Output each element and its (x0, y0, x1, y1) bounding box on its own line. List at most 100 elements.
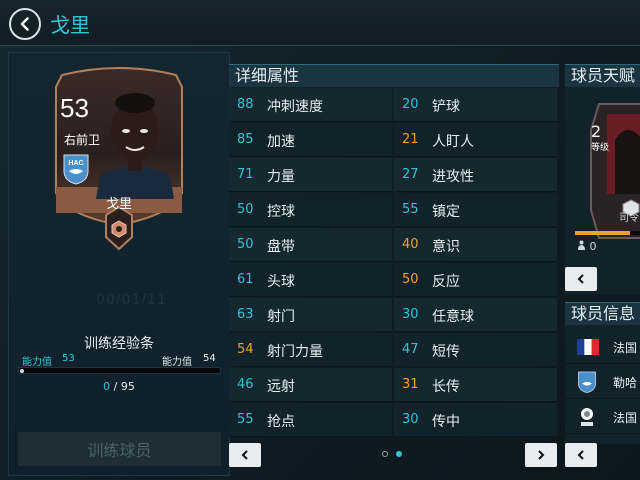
attribute-value: 85 (237, 132, 254, 147)
attribute-row: 50 反应 (394, 263, 557, 297)
attribute-row: 61 头球 (229, 263, 392, 297)
attribute-value: 47 (402, 342, 419, 357)
attribute-value: 55 (402, 202, 419, 217)
chevron-left-icon (20, 17, 29, 31)
attribute-row: 85 加速 (229, 123, 392, 157)
attribute-row: 71 力量 (229, 158, 392, 192)
training-xp-count: 0 / 95 (8, 380, 230, 393)
attribute-row: 27 进攻性 (394, 158, 557, 192)
xp-total: 95 (120, 380, 135, 393)
next-page-button[interactable] (525, 443, 557, 467)
xp-bar-marker (20, 369, 24, 373)
info-nationality: 法国 (613, 341, 638, 355)
info-league: 法国 (613, 411, 638, 425)
attribute-value: 63 (237, 307, 254, 322)
player-card[interactable]: 53 右前卫 HAC 戈里 (52, 65, 186, 253)
attribute-value: 55 (237, 412, 254, 427)
traits-previous-button[interactable] (565, 267, 597, 291)
info-row-nationality: 法国 (565, 330, 640, 364)
attribute-value: 54 (237, 342, 254, 357)
trait-level-label: 等级 (591, 143, 610, 153)
trait-progress-bar (575, 231, 640, 235)
attribute-row: 31 长传 (394, 368, 557, 402)
attribute-label: 短传 (432, 344, 460, 360)
trait-progress-fill (575, 231, 631, 235)
attribute-label: 盘带 (267, 239, 295, 255)
trait-subtitle: 司令 (619, 213, 639, 224)
page-dot (382, 451, 388, 457)
attribute-value: 30 (402, 307, 419, 322)
attribute-label: 远射 (267, 379, 295, 395)
attribute-value: 21 (402, 132, 419, 147)
attribute-label: 控球 (267, 204, 295, 220)
train-player-button[interactable]: 训练球员 (18, 432, 221, 466)
attribute-row: 50 盘带 (229, 228, 392, 262)
attribute-row: 21 人盯人 (394, 123, 557, 157)
attributes-title: 详细属性 (229, 64, 559, 87)
attribute-row: 30 传中 (394, 403, 557, 437)
attribute-value: 50 (237, 202, 254, 217)
attribute-label: 长传 (432, 379, 460, 395)
previous-page-button[interactable] (229, 443, 261, 467)
training-xp-bar (18, 367, 221, 374)
attribute-row: 50 控球 (229, 193, 392, 227)
hac-badge-icon: HAC (63, 154, 89, 185)
back-button[interactable] (9, 8, 41, 40)
france-flag-icon (577, 339, 599, 355)
xp-to-label: 能力值 (162, 357, 192, 368)
page-indicator (382, 451, 402, 457)
page-dot-active (396, 451, 402, 457)
xp-current: 0 (103, 380, 111, 393)
attribute-row: 20 铲球 (394, 88, 557, 122)
player-portrait (96, 93, 174, 199)
info-club: 勒哈 (613, 376, 638, 390)
attribute-value: 50 (402, 272, 419, 287)
attribute-label: 传中 (432, 414, 460, 430)
trait-person-count: 0 (577, 240, 597, 253)
xp-separator: / (113, 380, 118, 393)
trait-level: 2 (591, 122, 602, 141)
xp-to-value: 54 (203, 353, 216, 364)
attribute-label: 射门 (267, 309, 295, 325)
player-rating: 53 (60, 93, 89, 123)
attribute-label: 镇定 (432, 204, 460, 220)
chevron-left-icon (241, 450, 248, 460)
person-icon (578, 240, 585, 250)
attribute-label: 冲刺速度 (267, 99, 323, 115)
attribute-row: 55 抢点 (229, 403, 392, 437)
training-xp-title: 训练经验条 (84, 336, 154, 352)
attribute-label: 意识 (432, 239, 460, 255)
attribute-label: 任意球 (432, 309, 474, 325)
attribute-label: 力量 (267, 169, 295, 185)
attribute-label: 人盯人 (432, 134, 474, 150)
top-bar: 戈里 (0, 0, 640, 46)
attribute-value: 61 (237, 272, 254, 287)
attribute-label: 头球 (267, 274, 295, 290)
hac-badge-icon (578, 371, 596, 394)
xp-from-value: 53 (62, 353, 75, 364)
xp-from-label: 能力值 (22, 357, 52, 368)
attribute-label: 射门力量 (267, 344, 323, 360)
player-traits-panel: 球员天赋 2 等级 (565, 64, 640, 294)
chevron-right-icon (538, 450, 545, 460)
attributes-panel: 详细属性 88 冲刺速度 85 加速 71 力量 50 控球 50 盘带 61 头球 63 射门 54 射门力… (229, 64, 559, 474)
chevron-left-icon (577, 274, 584, 284)
attribute-value: 71 (237, 167, 254, 182)
attribute-value: 40 (402, 237, 419, 252)
chevron-left-icon (577, 450, 584, 460)
attribute-row: 47 短传 (394, 333, 557, 367)
info-previous-button[interactable] (565, 443, 597, 467)
attribute-label: 加速 (267, 134, 295, 150)
chemistry-emblem-icon (111, 220, 127, 238)
attribute-row: 54 射门力量 (229, 333, 392, 367)
attribute-label: 抢点 (267, 414, 295, 430)
info-title: 球员信息 (565, 302, 640, 325)
attribute-value: 88 (237, 97, 254, 112)
attribute-value: 46 (237, 377, 254, 392)
faded-watermark-text: 00/01/11 (96, 292, 167, 308)
traits-title: 球员天赋 (565, 64, 640, 87)
attribute-label: 进攻性 (432, 169, 474, 185)
attribute-row: 30 任意球 (394, 298, 557, 332)
attribute-value: 27 (402, 167, 419, 182)
info-row-league: 法国 (565, 400, 640, 434)
